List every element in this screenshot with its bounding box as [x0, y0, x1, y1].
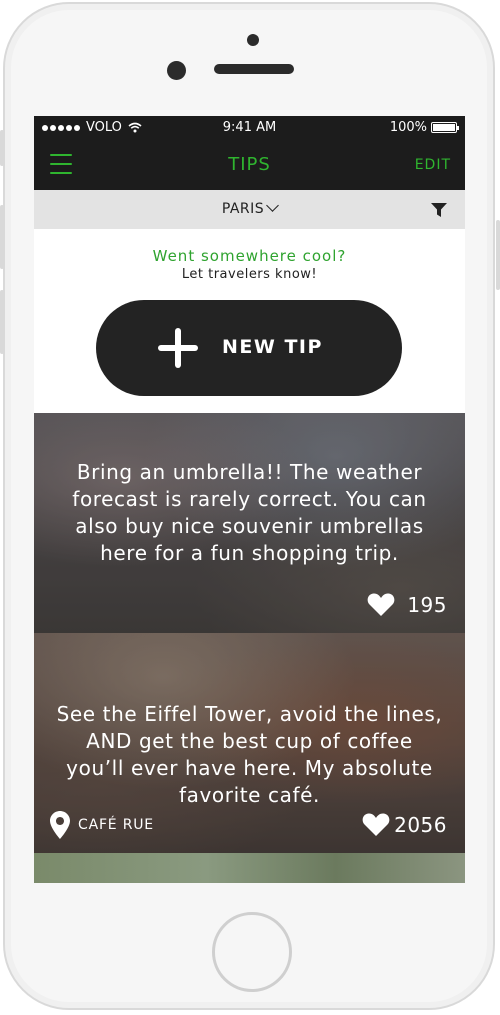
battery-percent: 100%: [389, 120, 427, 135]
location-pin-icon: [50, 811, 70, 839]
mute-switch: [0, 130, 4, 166]
new-tip-prompt: Went somewhere cool? Let travelers know!: [34, 247, 465, 282]
volume-down-button: [0, 290, 4, 354]
new-tip-label: NEW TIP: [222, 336, 323, 358]
status-bar: VOLO 9:41 AM 100%: [34, 116, 465, 140]
filter-icon[interactable]: [431, 203, 447, 217]
heart-icon: [367, 593, 395, 616]
app-screen: VOLO 9:41 AM 100% TIPS EDIT PARIS Went s…: [34, 116, 465, 883]
edit-button[interactable]: EDIT: [415, 157, 451, 173]
tip-text: Bring an umbrella!! The weather forecast…: [72, 460, 427, 565]
home-button[interactable]: [212, 912, 292, 992]
filter-bar: PARIS: [34, 190, 465, 229]
front-sensor: [247, 34, 259, 46]
tip-text: See the Eiffel Tower, avoid the lines, A…: [56, 702, 443, 807]
like-button[interactable]: 195: [367, 592, 447, 617]
tip-card[interactable]: See the Eiffel Tower, avoid the lines, A…: [34, 633, 465, 853]
plus-icon: [158, 328, 198, 368]
like-button[interactable]: 2056: [362, 812, 447, 837]
chevron-down-icon: [266, 199, 280, 212]
volume-up-button: [0, 205, 4, 269]
like-count: 195: [407, 592, 447, 617]
front-camera: [167, 61, 186, 80]
tip-card-partial[interactable]: [34, 853, 465, 883]
city-selector[interactable]: PARIS: [34, 199, 465, 217]
new-tip-button[interactable]: NEW TIP: [96, 300, 402, 396]
location-name: CAFÉ RUE: [78, 817, 154, 833]
prompt-headline: Went somewhere cool?: [152, 247, 347, 265]
battery-icon: [431, 122, 459, 133]
heart-icon: [362, 813, 390, 836]
prompt-subline: Let travelers know!: [181, 267, 318, 282]
power-button: [496, 220, 500, 290]
tip-card[interactable]: Bring an umbrella!! The weather forecast…: [34, 413, 465, 633]
page-title: TIPS: [228, 154, 271, 175]
earpiece-speaker: [214, 64, 294, 74]
top-nav-bar: TIPS EDIT: [34, 140, 465, 190]
like-count: 2056: [394, 812, 447, 837]
tip-location[interactable]: CAFÉ RUE: [50, 811, 154, 839]
city-label: PARIS: [221, 201, 265, 217]
